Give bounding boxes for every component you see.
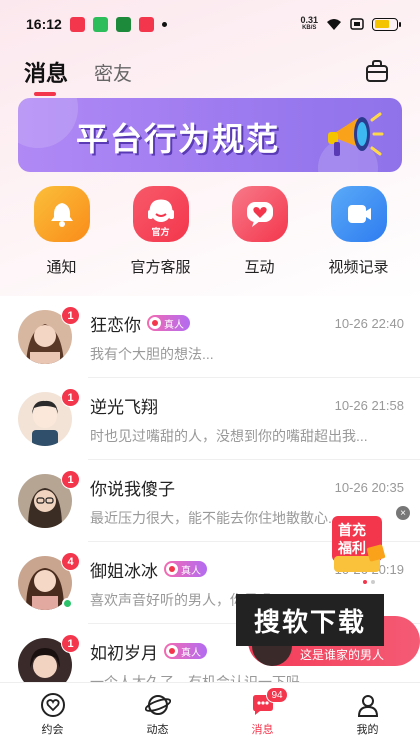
recommend-text: 这是谁家的男人 bbox=[300, 648, 385, 662]
message-time: 10-26 21:58 bbox=[334, 397, 404, 413]
music-app-icon bbox=[138, 16, 154, 32]
message-preview: 我有个大胆的想法... bbox=[90, 345, 214, 362]
app-notification-icon bbox=[69, 16, 85, 32]
banner-title: 平台行为规范 bbox=[76, 121, 281, 157]
app-notification-icon bbox=[115, 16, 131, 32]
online-indicator bbox=[62, 598, 73, 609]
verified-icon bbox=[149, 317, 161, 329]
more-notifications-icon bbox=[161, 21, 167, 27]
nav-profile[interactable]: 我的 bbox=[315, 683, 420, 746]
video-icon bbox=[330, 186, 387, 242]
promo-close-button[interactable]: × bbox=[396, 506, 410, 520]
conversation-row[interactable]: 1 狂恋你 真人 10-26 22:40 我有个大胆的想法... bbox=[0, 296, 420, 378]
network-speed: 0.31 KB/S bbox=[300, 15, 318, 32]
active-tab-indicator bbox=[34, 92, 56, 96]
status-time: 16:12 bbox=[26, 16, 62, 32]
interaction-button[interactable]: 互动 bbox=[214, 186, 306, 282]
unread-badge: 4 bbox=[61, 552, 80, 571]
nav-dating[interactable]: 约会 bbox=[0, 683, 105, 746]
conversation-row[interactable]: 1 逆光飞翔 10-26 21:58 时也见过嘴甜的人，没想到你的嘴甜超出我..… bbox=[0, 378, 420, 460]
notification-button[interactable]: 通知 bbox=[16, 186, 108, 282]
promo-pager bbox=[363, 580, 375, 584]
bag-icon[interactable] bbox=[364, 58, 390, 84]
battery-icon bbox=[372, 17, 401, 31]
contact-name: 如初岁月 bbox=[90, 643, 158, 663]
status-bar: 16:12 0.31 KB/S bbox=[0, 0, 420, 48]
platform-rules-banner[interactable]: 平台行为规范 bbox=[18, 98, 402, 172]
official-support-button[interactable]: 官方 官方客服 bbox=[115, 186, 207, 282]
nav-moments[interactable]: 动态 bbox=[105, 683, 210, 746]
message-time: 10-26 20:35 bbox=[334, 479, 404, 495]
headset-icon: 官方 bbox=[132, 186, 189, 242]
contact-name: 御姐冰冰 bbox=[90, 561, 158, 581]
app-notification-icon bbox=[92, 16, 108, 32]
first-recharge-promo[interactable]: 首充 福利 bbox=[328, 512, 388, 576]
verified-icon bbox=[166, 563, 178, 575]
quick-actions: 通知 官方 官方客服 互动 视频记录 bbox=[0, 186, 420, 282]
top-tabs: 消息 密友 bbox=[0, 52, 420, 96]
real-person-badge: 真人 bbox=[147, 315, 190, 331]
nav-messages[interactable]: 94 消息 bbox=[210, 683, 315, 746]
real-person-badge: 真人 bbox=[164, 561, 207, 577]
unread-badge: 1 bbox=[61, 388, 80, 407]
message-preview: 时也见过嘴甜的人，没想到你的嘴甜超出我... bbox=[90, 427, 368, 444]
messages-count-badge: 94 bbox=[266, 687, 288, 703]
video-records-button[interactable]: 视频记录 bbox=[313, 186, 405, 282]
heart-circle-icon bbox=[40, 693, 65, 717]
megaphone-icon bbox=[328, 112, 384, 156]
download-watermark: 搜软下载 bbox=[236, 594, 384, 646]
contact-name: 狂恋你 bbox=[90, 315, 141, 335]
contact-name: 你说我傻子 bbox=[90, 479, 175, 499]
tab-close-friends[interactable]: 密友 bbox=[94, 59, 132, 86]
heart-chat-icon bbox=[231, 186, 288, 242]
unread-badge: 1 bbox=[61, 306, 80, 325]
unread-badge: 1 bbox=[61, 470, 80, 489]
tab-messages[interactable]: 消息 bbox=[24, 56, 68, 96]
download-overlay[interactable]: 这是谁家的男人 搜软下载 bbox=[236, 594, 420, 668]
verified-icon bbox=[166, 645, 178, 657]
contact-name: 逆光飞翔 bbox=[90, 397, 158, 417]
bottom-navigation: 约会 动态 94 消息 我的 bbox=[0, 682, 420, 746]
message-time: 10-26 22:40 bbox=[334, 315, 404, 331]
unread-badge: 1 bbox=[61, 634, 80, 653]
planet-icon bbox=[144, 695, 171, 715]
bell-icon bbox=[33, 186, 90, 242]
real-person-badge: 真人 bbox=[164, 643, 207, 659]
person-icon bbox=[357, 695, 378, 717]
banner-decoration bbox=[18, 98, 78, 148]
wifi-icon bbox=[327, 18, 341, 30]
sim-icon bbox=[350, 18, 364, 30]
